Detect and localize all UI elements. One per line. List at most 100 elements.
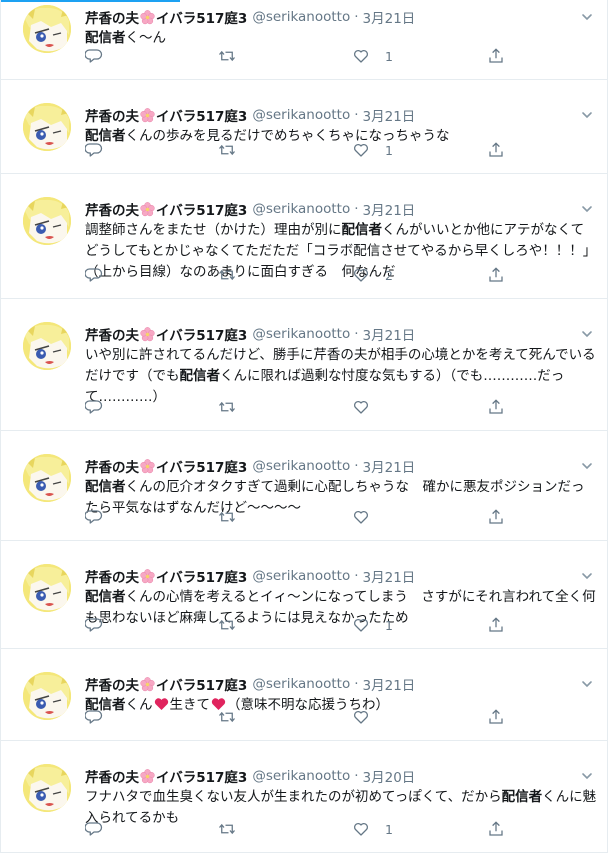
chevron-down-icon[interactable] [581,460,593,472]
tweet[interactable]: 芹香の夫 イバラ517庭3 @serikanootto · 3月21日 配信者く… [0,649,608,741]
like-button[interactable]: 1 [352,140,393,160]
cherry-blossom-icon [140,9,155,24]
retweet-button[interactable] [218,819,251,839]
reply-button[interactable] [85,507,118,527]
author-handle[interactable]: @serikanootto [252,768,350,784]
author-name-suffix[interactable]: イバラ517庭3 [156,105,247,125]
author-name[interactable]: 芹香の夫 [85,566,139,586]
author-handle[interactable]: @serikanootto [252,201,350,217]
like-button[interactable] [352,707,385,727]
retweet-button[interactable] [218,707,251,727]
chevron-down-icon[interactable] [581,203,593,215]
author-handle[interactable]: @serikanootto [252,458,350,474]
author-handle[interactable]: @serikanootto [252,326,350,342]
like-button[interactable]: 2 [352,265,393,285]
reply-icon [85,618,103,632]
tweet-timestamp[interactable]: 3月20日 [363,766,416,786]
tweet-timestamp[interactable]: 3月21日 [363,674,416,694]
tweet[interactable]: 芹香の夫 イバラ517庭3 @serikanootto · 3月21日 配信者く… [0,431,608,541]
share-button[interactable] [487,265,505,285]
like-button[interactable]: 1 [352,615,393,635]
chevron-down-icon[interactable] [581,109,593,121]
author-name[interactable]: 芹香の夫 [85,674,139,694]
like-button[interactable]: 1 [352,46,393,66]
share-button[interactable] [487,507,505,527]
tweet-timestamp[interactable]: 3月21日 [363,7,416,27]
retweet-button[interactable] [218,507,251,527]
retweet-button[interactable] [218,140,251,160]
share-button[interactable] [487,707,505,727]
share-button[interactable] [487,397,505,417]
retweet-button[interactable] [218,46,251,66]
reply-button[interactable] [85,615,118,635]
share-button[interactable] [487,140,505,160]
reply-button[interactable] [85,819,118,839]
tweet-actions [85,707,607,727]
author-handle[interactable]: @serikanootto [252,676,350,692]
chevron-down-icon[interactable] [581,678,593,690]
avatar-image [23,564,71,612]
tweet-header: 芹香の夫 イバラ517庭3 @serikanootto · 3月21日 [85,7,597,27]
author-name[interactable]: 芹香の夫 [85,199,139,219]
chevron-down-icon[interactable] [581,328,593,340]
separator-dot: · [354,326,359,342]
like-button[interactable] [352,397,385,417]
avatar[interactable] [23,197,71,245]
reply-button[interactable] [85,140,118,160]
reply-icon [85,143,103,157]
author-handle[interactable]: @serikanootto [252,9,350,25]
retweet-icon [219,144,235,156]
like-count: 1 [385,48,393,64]
author-name[interactable]: 芹香の夫 [85,456,139,476]
tweet-timestamp[interactable]: 3月21日 [363,456,416,476]
tweet[interactable]: 芹香の夫 イバラ517庭3 @serikanootto · 3月21日 調整師さ… [0,174,608,299]
avatar[interactable] [23,672,71,720]
tweet-timestamp[interactable]: 3月21日 [363,324,416,344]
reply-button[interactable] [85,265,118,285]
reply-button[interactable] [85,397,118,417]
chevron-down-icon[interactable] [581,770,593,782]
author-name-suffix[interactable]: イバラ517庭3 [156,324,247,344]
author-name[interactable]: 芹香の夫 [85,105,139,125]
heart-outline-icon [353,400,369,414]
chevron-down-icon[interactable] [581,570,593,582]
retweet-button[interactable] [218,615,251,635]
tweet[interactable]: 芹香の夫 イバラ517庭3 @serikanootto · 3月21日 配信者く… [0,541,608,649]
share-button[interactable] [487,819,505,839]
tweet[interactable]: 芹香の夫 イバラ517庭3 @serikanootto · 3月20日 フナハタ… [0,741,608,853]
author-name[interactable]: 芹香の夫 [85,766,139,786]
author-name-suffix[interactable]: イバラ517庭3 [156,7,247,27]
author-name[interactable]: 芹香の夫 [85,7,139,27]
avatar[interactable] [23,764,71,812]
reply-button[interactable] [85,46,118,66]
author-handle[interactable]: @serikanootto [252,568,350,584]
tweet[interactable]: 芹香の夫 イバラ517庭3 @serikanootto · 3月21日 配信者く… [0,80,608,174]
author-name-suffix[interactable]: イバラ517庭3 [156,766,247,786]
reply-button[interactable] [85,707,118,727]
reply-icon [85,510,103,524]
author-name-suffix[interactable]: イバラ517庭3 [156,566,247,586]
avatar[interactable] [23,5,71,53]
avatar[interactable] [23,564,71,612]
author-name[interactable]: 芹香の夫 [85,324,139,344]
tweet[interactable]: 芹香の夫 イバラ517庭3 @serikanootto · 3月21日 配信者く… [0,0,608,80]
tweet-timestamp[interactable]: 3月21日 [363,105,416,125]
author-name-suffix[interactable]: イバラ517庭3 [156,674,247,694]
share-button[interactable] [487,615,505,635]
like-count: 1 [385,142,393,158]
avatar[interactable] [23,103,71,151]
like-button[interactable] [352,507,385,527]
tweet-timestamp[interactable]: 3月21日 [363,566,416,586]
chevron-down-icon[interactable] [581,11,593,23]
retweet-button[interactable] [218,265,251,285]
avatar[interactable] [23,322,71,370]
author-handle[interactable]: @serikanootto [252,107,350,123]
author-name-suffix[interactable]: イバラ517庭3 [156,456,247,476]
retweet-button[interactable] [218,397,251,417]
avatar[interactable] [23,454,71,502]
tweet[interactable]: 芹香の夫 イバラ517庭3 @serikanootto · 3月21日 いや別に… [0,299,608,431]
share-button[interactable] [487,46,505,66]
like-button[interactable]: 1 [352,819,393,839]
tweet-timestamp[interactable]: 3月21日 [363,199,416,219]
author-name-suffix[interactable]: イバラ517庭3 [156,199,247,219]
